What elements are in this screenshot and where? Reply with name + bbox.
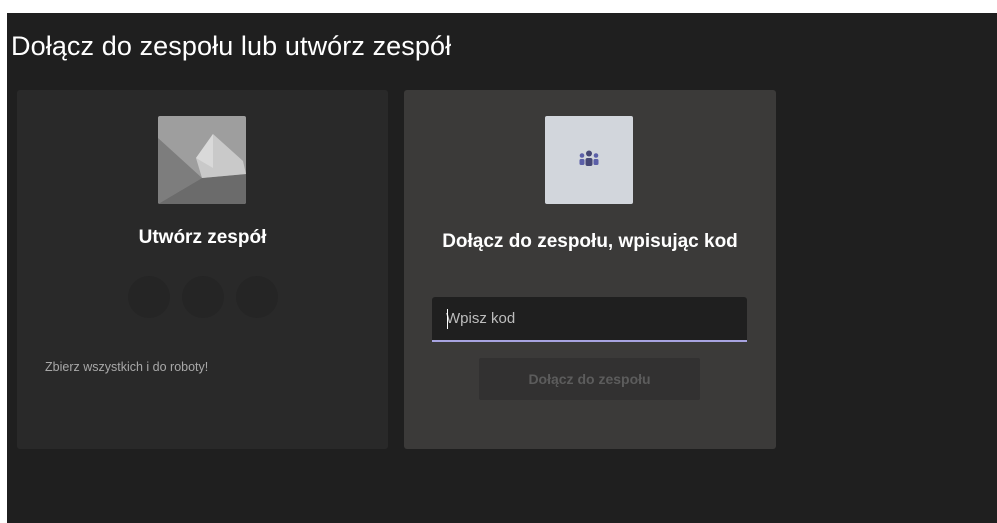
avatar-group xyxy=(128,276,278,320)
text-cursor xyxy=(447,309,448,329)
avatar xyxy=(236,276,278,318)
teams-join-or-create-view: Dołącz do zespołu lub utwórz zespół Utwó… xyxy=(7,13,997,523)
join-team-title: Dołącz do zespołu, wpisując kod xyxy=(442,231,738,252)
team-people-icon xyxy=(545,116,633,204)
team-illustration-icon xyxy=(158,116,246,204)
join-with-code-card: Dołącz do zespołu, wpisując kod Dołącz d… xyxy=(404,90,776,449)
join-team-button[interactable]: Dołącz do zespołu xyxy=(479,358,700,400)
create-team-title: Utwórz zespół xyxy=(138,227,267,248)
avatar xyxy=(182,276,224,318)
create-team-subtitle: Zbierz wszystkich i do roboty! xyxy=(45,360,209,374)
team-code-input[interactable] xyxy=(432,297,747,342)
create-team-card[interactable]: Utwórz zespół Zbierz wszystkich i do rob… xyxy=(17,90,388,449)
page-title: Dołącz do zespołu lub utwórz zespół xyxy=(11,31,452,61)
avatar xyxy=(128,276,170,318)
